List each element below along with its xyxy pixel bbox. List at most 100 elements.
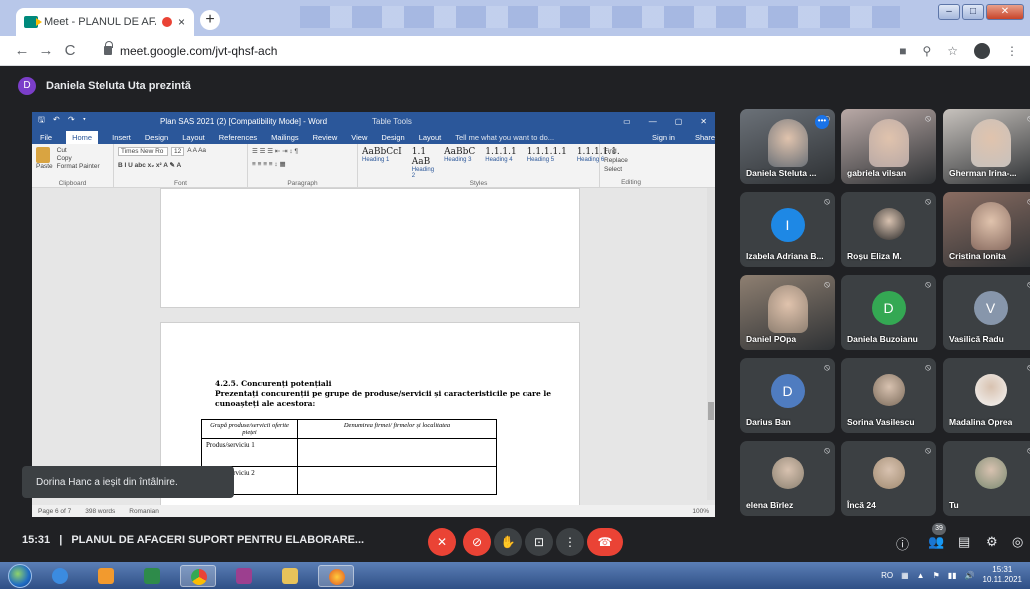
- leave-call-button[interactable]: ☎: [587, 528, 623, 556]
- meeting-details-icon[interactable]: ⓘ: [896, 534, 909, 553]
- tray-show-hidden-icon[interactable]: ▲: [917, 571, 925, 580]
- participant-tile[interactable]: ⦸ elena Bîrlez: [740, 441, 835, 516]
- menu-kebab-icon[interactable]: ⋮: [1006, 44, 1018, 58]
- tray-network-icon[interactable]: ▮▮: [948, 571, 957, 580]
- tray-language[interactable]: RO: [881, 571, 893, 580]
- paragraph-label: Paragraph: [287, 180, 318, 187]
- participant-tile[interactable]: ⦸ Încă 24: [841, 441, 936, 516]
- bookmark-star-icon[interactable]: ☆: [947, 44, 958, 58]
- tray-keyboard-icon[interactable]: ▦: [901, 571, 909, 580]
- back-button[interactable]: ←: [10, 42, 34, 59]
- activities-icon[interactable]: ⚙: [986, 534, 998, 550]
- style-name: Heading 5: [526, 157, 555, 163]
- mic-muted-icon: ⦸: [824, 279, 830, 289]
- styles-group: AaBbCcI Heading 1 1.1 AaB Heading 2 AaBbC Hea…: [358, 144, 620, 188]
- present-button[interactable]: ⊡: [525, 528, 553, 556]
- start-button[interactable]: [8, 563, 32, 588]
- word-vertical-scrollbar: [707, 188, 715, 500]
- tab-home: Home: [66, 130, 99, 144]
- zoom-icon[interactable]: ⚲: [922, 44, 931, 58]
- mic-muted-icon: ⦸: [824, 362, 830, 372]
- participant-tile[interactable]: ⦸ gabriela vilsan: [841, 109, 936, 184]
- participant-name: Tu: [949, 500, 959, 510]
- participant-name: gabriela vilsan: [847, 168, 907, 178]
- participant-tile[interactable]: D ⦸ Daniela Buzoianu: [841, 275, 936, 350]
- style-name: Heading 1: [362, 157, 390, 163]
- tab-design: Design: [144, 132, 169, 142]
- word-window-controls: ▭ — ▢ ✕: [623, 116, 707, 126]
- forward-button[interactable]: →: [34, 42, 58, 59]
- font-name-box: Times New Ro: [118, 147, 168, 156]
- more-options-button[interactable]: ⋮: [556, 528, 584, 556]
- tab-close-button[interactable]: ×: [178, 15, 185, 29]
- winrar-icon[interactable]: [226, 565, 262, 587]
- replace-button: Replace: [604, 157, 628, 164]
- profile-avatar[interactable]: [974, 42, 990, 59]
- tab-review: Review: [312, 132, 338, 142]
- participant-tile[interactable]: D ⦸ Darius Ban: [740, 358, 835, 433]
- font-group: Times New Ro 12 A A Aa B I U abc x₂ x² A…: [114, 144, 248, 188]
- file-explorer-icon[interactable]: [272, 565, 308, 587]
- meeting-title: PLANUL DE AFACERI SUPORT PENTRU ELABORAR…: [71, 534, 365, 546]
- address-bar[interactable]: meet.google.com/jvt-qhsf-ach: [120, 44, 277, 58]
- participant-name: Gherman Irina-...: [949, 168, 1017, 178]
- font-format-icons: B I U abc x₂ x² A ✎ A: [118, 162, 182, 169]
- participant-tile[interactable]: ⦸Cristina Ionita: [943, 192, 1030, 267]
- tray-volume-icon[interactable]: 🔊: [965, 571, 975, 580]
- style-sample: AaBbC: [444, 147, 476, 157]
- participant-tile[interactable]: I ⦸ Izabela Adriana B...: [740, 192, 835, 267]
- recording-dot-icon: [162, 17, 172, 27]
- chrome-icon[interactable]: [180, 564, 216, 587]
- tab-references: References: [218, 132, 258, 142]
- style-sample: AaBbCcI: [362, 147, 402, 157]
- minimize-button[interactable]: –: [938, 4, 960, 20]
- font-label: Font: [173, 180, 187, 187]
- mic-off-button[interactable]: ✕: [428, 528, 456, 556]
- mic-muted-icon: ⦸: [925, 445, 931, 455]
- styles-label: Styles: [469, 180, 488, 187]
- window-controls: – □ ✕: [938, 4, 1024, 20]
- table-tools-label: Table Tools: [372, 116, 412, 126]
- internet-explorer-icon[interactable]: [42, 565, 78, 587]
- participant-tile[interactable]: ⦸•••Daniela Steluta ...: [740, 109, 835, 184]
- lock-icon[interactable]: [104, 41, 113, 55]
- participant-tile[interactable]: ⦸Gherman Irina-...: [943, 109, 1030, 184]
- copy-button: Copy: [56, 155, 72, 162]
- participant-tile[interactable]: V⦸Vasilică Radu: [943, 275, 1030, 350]
- style-option: 1.1 AaB Heading 2: [412, 147, 434, 179]
- tile-more-options-icon[interactable]: •••: [815, 115, 829, 129]
- chat-icon[interactable]: ▤: [958, 534, 970, 550]
- people-icon[interactable]: 👥: [928, 534, 944, 550]
- tab-mailings: Mailings: [271, 132, 299, 142]
- participant-video: [767, 119, 808, 167]
- meeting-separator: |: [59, 534, 63, 546]
- mic-muted-icon: ⦸: [925, 113, 931, 123]
- firefox-icon[interactable]: [318, 564, 354, 587]
- participant-tile[interactable]: ⦸Tu: [943, 441, 1030, 516]
- tray-clock[interactable]: 15:31 10.11.2021: [983, 565, 1022, 585]
- new-tab-button[interactable]: +: [200, 10, 220, 30]
- camera-icon[interactable]: ■: [899, 44, 906, 58]
- browser-tab[interactable]: Meet - PLANUL DE AFACERI ×: [16, 8, 194, 36]
- participant-tile[interactable]: ⦸ Roșu Eliza M.: [841, 192, 936, 267]
- table-header-group: Grupă produse/servicii oferite pieței: [201, 419, 298, 439]
- camera-off-button[interactable]: ⊘: [463, 528, 491, 556]
- meet-favicon-icon: [24, 16, 42, 28]
- excel-icon[interactable]: [134, 565, 170, 587]
- toolbar-actions: ■ ⚲ ☆ ⋮: [899, 42, 1018, 59]
- participant-tile[interactable]: ⦸ Sorina Vasilescu: [841, 358, 936, 433]
- maximize-button[interactable]: □: [962, 4, 984, 20]
- participant-tile[interactable]: ⦸ Daniel POpa: [740, 275, 835, 350]
- media-player-icon[interactable]: [88, 565, 124, 587]
- participant-initial: V: [973, 291, 1008, 325]
- host-controls-icon[interactable]: ◎: [1012, 534, 1023, 550]
- window-close-button[interactable]: ✕: [986, 4, 1024, 20]
- reload-button[interactable]: C: [58, 42, 82, 59]
- participant-photo: [974, 374, 1007, 406]
- raise-hand-button[interactable]: ✋: [494, 528, 522, 556]
- participant-tile[interactable]: ⦸Madalina Oprea: [943, 358, 1030, 433]
- tab-insert: Insert: [112, 132, 131, 142]
- style-sample: 1.1.1.1.1: [526, 147, 567, 157]
- tray-flag-icon[interactable]: ⚑: [933, 571, 940, 580]
- participant-name: Încă 24: [847, 500, 876, 510]
